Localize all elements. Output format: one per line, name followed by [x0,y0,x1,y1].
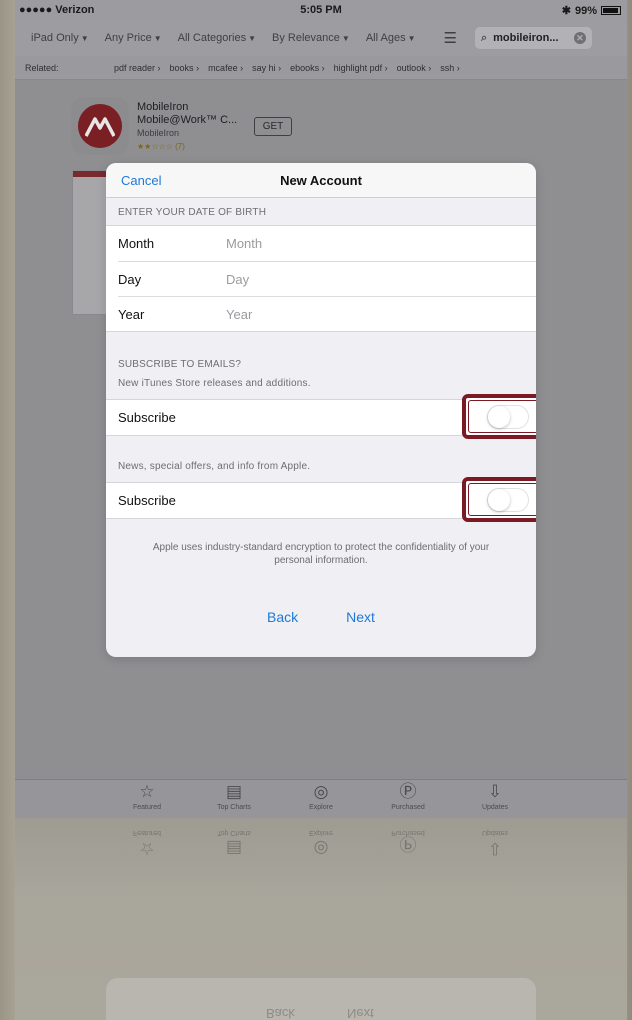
modal-header: Cancel New Account [106,163,536,198]
battery-icon [601,6,621,15]
related-item[interactable]: mcafee › [208,63,243,73]
reflected-next: Next [347,1006,374,1020]
tab-bar: ☆ Featured ▤ Top Charts ◎ Explore Ⓟ Purchase… [15,779,627,818]
email-note-offers: News, special offers, and info from Appl… [118,461,311,472]
related-item[interactable]: say hi › [252,63,281,73]
compass-icon: ◎ [313,839,329,858]
caret-icon: ▼ [153,34,162,43]
filter-ages[interactable]: All Ages ▼ [366,32,416,44]
reflected-tab: Ⓟ Purchased [365,818,452,858]
back-button[interactable]: Back [267,609,298,625]
subscribe-label: Subscribe [118,493,176,508]
filter-device[interactable]: iPad Only ▼ [31,32,89,44]
subscribe-row-offers: Subscribe [106,477,536,522]
tab-featured[interactable]: ☆ Featured [104,780,191,818]
filter-price[interactable]: Any Price ▼ [105,32,162,44]
tab-purchased[interactable]: Ⓟ Purchased [365,780,452,818]
modal-title: New Account [280,172,362,188]
purchased-icon: Ⓟ [399,782,417,801]
compass-icon: ◎ [313,782,329,801]
cancel-button[interactable]: Cancel [121,173,161,188]
email-section-label: SUBSCRIBE TO EMAILS? [118,359,242,370]
ipad-screen: ●●●●● Verizon 5:05 PM ✱ 99% iPad Only ▼ A… [15,0,627,1020]
subscribe-label: Subscribe [118,410,176,425]
app-screenshot-thumbnail[interactable] [72,170,108,315]
filter-bar: iPad Only ▼ Any Price ▼ All Categories ▼ By… [15,20,627,56]
updates-icon: ⇩ [487,782,503,801]
reflected-tab-bar: ☆ Featured ▤ Top Charts ◎ Explore Ⓟ Purchase… [15,818,627,858]
star-icon: ☆ [139,782,155,801]
day-field[interactable]: Day [226,272,249,287]
related-bar: Related: pdf reader › books › mcafee › s… [15,56,627,80]
clock: 5:05 PM [300,4,342,16]
related-item[interactable]: ebooks › [290,63,325,73]
related-item[interactable]: outlook › [397,63,432,73]
reflected-modal: Back Next [106,978,536,1020]
day-label: Day [118,271,142,287]
list-icon: ▤ [225,782,243,801]
subscribe-group-1: Subscribe [106,394,536,439]
related-item[interactable]: ssh › [440,63,460,73]
related-label: Related: [25,62,59,73]
purchased-icon: Ⓟ [399,834,417,853]
updates-icon: ⇩ [487,839,503,858]
search-input[interactable]: ⌕ mobileiron... ✕ [474,27,592,49]
highlight-box [462,477,536,522]
related-item[interactable]: books › [170,63,200,73]
app-name-line1: MobileIron [137,101,189,113]
reflected-back: Back [266,1006,295,1020]
app-icon[interactable] [71,97,129,155]
day-row[interactable]: Day Day [118,261,536,296]
subscribe-group-2: Subscribe [106,477,536,522]
month-label: Month [118,236,155,251]
search-icon: ⌕ [480,31,488,44]
modal-actions: Back Next [106,609,536,625]
month-field[interactable]: Month [226,236,262,251]
tab-updates[interactable]: ⇩ Updates [452,780,539,818]
subscribe-releases-toggle[interactable] [487,404,529,429]
battery-percent: 99% [574,4,597,17]
star-icon: ☆ [139,839,155,858]
year-row[interactable]: Year Year [118,296,536,331]
caret-icon: ▼ [341,34,350,43]
list-view-icon[interactable]: ☰ [444,29,457,47]
caret-icon: ▼ [248,34,257,43]
dob-group: Month Month Day Day Year Year [106,225,536,332]
reflected-tab: ⇩ Updates [452,818,539,858]
get-button[interactable]: GET [254,117,292,136]
screen-reflection: ☆ Featured ▤ Top Charts ◎ Explore Ⓟ Purchase… [15,818,627,1020]
year-label: Year [118,306,145,322]
status-bar: ●●●●● Verizon 5:05 PM ✱ 99% [15,0,627,20]
subscribe-offers-toggle[interactable] [487,487,529,512]
search-value: mobileiron... [493,32,559,44]
mobileiron-logo-icon [78,104,122,148]
next-button[interactable]: Next [346,609,375,625]
list-icon: ▤ [225,839,243,858]
filter-categories[interactable]: All Categories ▼ [178,32,256,44]
tab-top-charts[interactable]: ▤ Top Charts [191,780,278,818]
month-row[interactable]: Month Month [106,226,536,261]
battery-indicator: ✱ 99% [562,4,621,17]
reflected-tab: ◎ Explore [278,818,365,858]
tab-explore[interactable]: ◎ Explore [278,780,365,818]
caret-icon: ▼ [407,34,416,43]
related-item[interactable]: highlight pdf › [334,63,388,73]
filter-sort[interactable]: By Relevance ▼ [272,32,350,44]
privacy-notice: Apple uses industry-standard encryption … [152,542,490,566]
bluetooth-icon: ✱ [561,5,571,17]
new-account-modal: Cancel New Account ENTER YOUR DATE OF BI… [106,163,536,657]
caret-icon: ▼ [80,34,89,43]
highlight-box [462,394,536,439]
reflected-tab: ☆ Featured [104,818,191,858]
related-item[interactable]: pdf reader › [114,63,161,73]
year-field[interactable]: Year [226,307,252,322]
app-rating: ★★☆☆☆ (7) [137,142,185,151]
reflected-tab: ▤ Top Charts [191,818,278,858]
dob-section-label: ENTER YOUR DATE OF BIRTH [118,207,267,218]
subscribe-row-releases: Subscribe [106,394,536,439]
clear-search-icon[interactable]: ✕ [573,32,586,44]
